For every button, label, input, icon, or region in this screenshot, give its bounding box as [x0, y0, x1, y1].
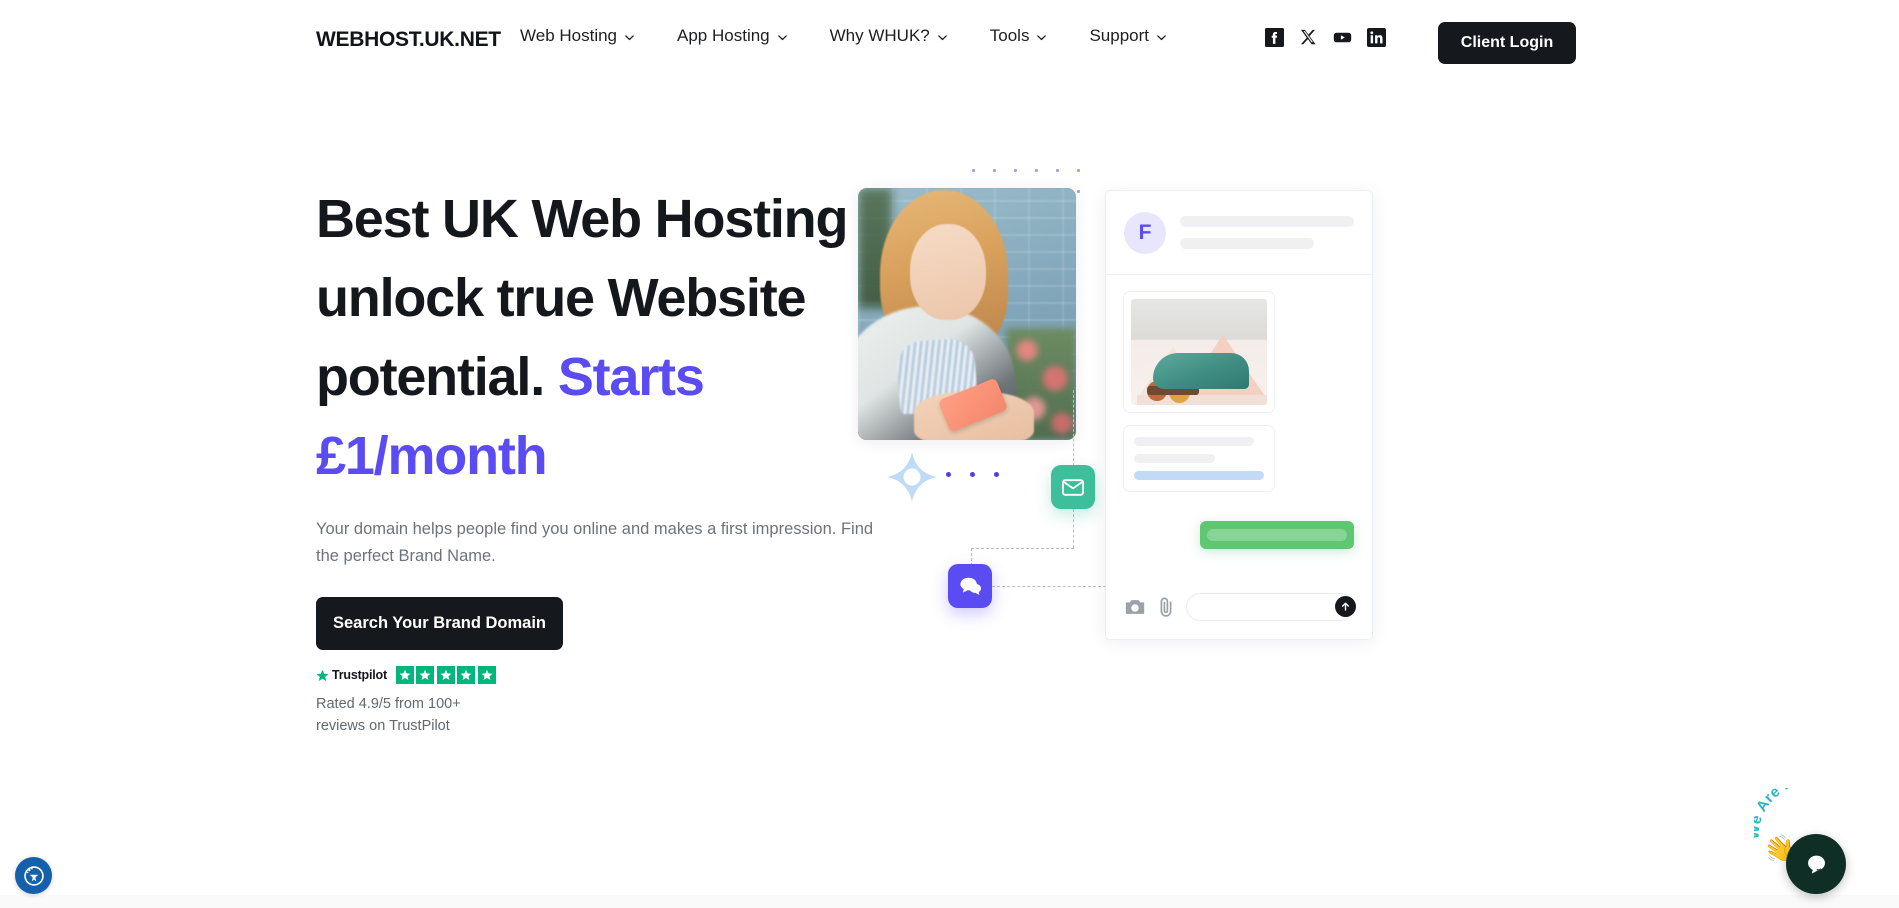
chat-bubbles-icon	[959, 577, 981, 596]
x-twitter-icon[interactable]	[1299, 28, 1318, 47]
diamond-sparkle-decoration	[885, 450, 939, 504]
chevron-down-icon	[624, 32, 635, 43]
hero-content: Best UK Web Hosting to unlock true Websi…	[316, 180, 936, 737]
social-links	[1265, 28, 1386, 47]
photo-face	[910, 224, 986, 320]
star-filled-icon	[457, 666, 476, 684]
post-card-body	[1106, 275, 1372, 492]
nav-item-support[interactable]: Support	[1089, 26, 1167, 46]
star-filled-icon	[477, 666, 496, 684]
placeholder-line	[1134, 437, 1254, 446]
envelope-icon	[1062, 478, 1084, 496]
search-brand-domain-button[interactable]: Search Your Brand Domain	[316, 597, 563, 650]
product-image-card	[1123, 291, 1275, 413]
shoe-body	[1153, 353, 1249, 389]
chevron-down-icon	[937, 32, 948, 43]
nav-item-why-whuk[interactable]: Why WHUK?	[830, 26, 948, 46]
dots-decoration	[946, 472, 999, 477]
client-login-button[interactable]: Client Login	[1438, 22, 1576, 64]
connector-line	[1073, 509, 1074, 548]
mail-tile[interactable]	[1051, 465, 1095, 509]
camera-icon[interactable]	[1124, 598, 1146, 616]
connector-line	[1073, 390, 1074, 466]
trustpilot-logo: Trustpilot	[316, 668, 387, 682]
chevron-down-icon	[1036, 32, 1047, 43]
star-filled-icon	[436, 666, 455, 684]
avatar: F	[1124, 211, 1166, 254]
nav-label: Web Hosting	[520, 26, 618, 45]
hero-subtitle: Your domain helps people find you online…	[316, 520, 874, 565]
star-filled-icon	[395, 666, 414, 684]
placeholder-link-line	[1134, 471, 1264, 480]
placeholder-line	[1180, 238, 1314, 249]
arrow-up-icon	[1341, 602, 1350, 611]
nav-label: App Hosting	[677, 26, 770, 45]
nav-label: Tools	[989, 26, 1030, 45]
trustpilot-wordmark: Trustpilot	[332, 668, 387, 682]
nav-label: Support	[1089, 26, 1149, 45]
chat-bubble-icon	[1807, 855, 1825, 874]
connector-line	[971, 548, 1074, 549]
nav-item-app-hosting[interactable]: App Hosting	[677, 26, 788, 46]
hero-photo	[858, 188, 1076, 440]
brand-logo[interactable]: WEBHOST.UK.NET	[316, 28, 501, 52]
page-title: Best UK Web Hosting to unlock true Websi…	[316, 180, 936, 496]
nav-item-web-hosting[interactable]: Web Hosting	[520, 26, 635, 46]
open-chat-button[interactable]	[1786, 834, 1846, 894]
accessibility-icon	[23, 865, 44, 886]
trustpilot-rating-text: Rated 4.9/5 from 100+ reviews on TrustPi…	[316, 696, 461, 734]
site-header: WEBHOST.UK.NET Web Hosting App Hosting W…	[0, 0, 1899, 86]
chat-tile[interactable]	[948, 564, 992, 608]
outgoing-message-bubble	[1200, 521, 1354, 549]
placeholder-line	[1134, 454, 1215, 463]
chat-message-input[interactable]	[1186, 593, 1354, 621]
placeholder-line	[1180, 216, 1354, 227]
main-navigation: Web Hosting App Hosting Why WHUK? Tools …	[520, 26, 1167, 46]
chat-composer	[1124, 593, 1354, 621]
product-photo	[1131, 299, 1267, 405]
star-filled-icon	[416, 666, 435, 684]
placeholder-text-lines	[1180, 216, 1354, 249]
chevron-down-icon	[777, 32, 788, 43]
post-card-header: F	[1106, 191, 1372, 275]
trustpilot-star-icon	[316, 669, 329, 681]
linkedin-icon[interactable]	[1367, 28, 1386, 47]
chevron-down-icon	[1156, 32, 1167, 43]
accessibility-widget-button[interactable]	[15, 857, 52, 894]
facebook-icon[interactable]	[1265, 28, 1284, 47]
chat-widget[interactable]: We Are Here! 👋	[1744, 766, 1854, 902]
trustpilot-rating[interactable]: Trustpilot	[316, 666, 936, 684]
attachment-icon[interactable]	[1157, 596, 1175, 618]
social-post-card: F	[1105, 190, 1373, 640]
youtube-icon[interactable]	[1333, 28, 1352, 47]
nav-label: Why WHUK?	[829, 26, 930, 45]
nav-item-tools[interactable]: Tools	[990, 26, 1048, 46]
trustpilot-stars	[395, 666, 496, 684]
page-bottom-strip	[0, 895, 1899, 908]
send-message-button[interactable]	[1335, 596, 1356, 617]
hero-illustration: F	[858, 150, 1490, 790]
message-card	[1123, 425, 1275, 492]
